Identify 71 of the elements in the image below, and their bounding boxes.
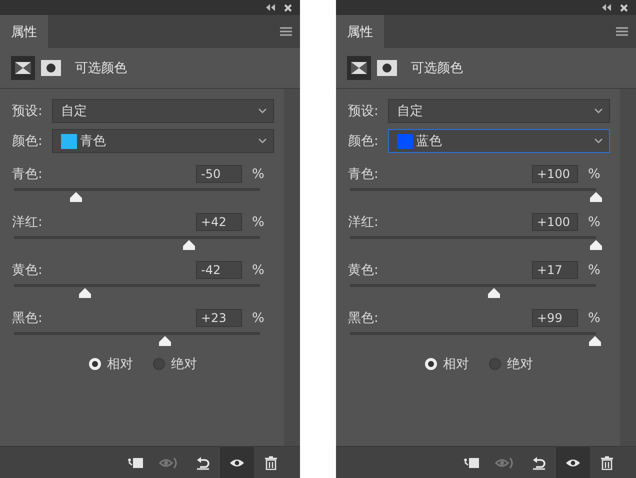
value-field[interactable]: -50 — [196, 165, 242, 183]
value-field[interactable]: +17 — [532, 261, 578, 279]
reset-icon — [196, 456, 210, 470]
preset-label: 预设: — [348, 103, 380, 120]
value-field[interactable]: +99 — [532, 309, 578, 327]
eye-arrow-icon — [495, 456, 515, 468]
adjustment-icon[interactable] — [11, 56, 35, 80]
slider-label: 青色: — [348, 166, 380, 183]
reset-icon — [532, 456, 546, 470]
value-field[interactable]: +100 — [532, 213, 578, 231]
scrollbar-track[interactable] — [620, 89, 636, 446]
slider-thumb[interactable] — [590, 240, 602, 250]
eye-icon — [229, 458, 245, 468]
mask-icon[interactable] — [377, 60, 397, 76]
adjustment-icon[interactable] — [347, 56, 371, 80]
slider-thumb[interactable] — [588, 336, 601, 346]
percent-label: % — [252, 310, 266, 326]
value-field[interactable]: +42 — [196, 213, 242, 231]
chevron-down-icon — [594, 138, 603, 144]
color-label: 颜色: — [348, 133, 380, 150]
radio-option[interactable]: 绝对 — [489, 355, 533, 373]
radio-option[interactable]: 相对 — [89, 355, 133, 373]
collapse-icon[interactable] — [602, 4, 611, 11]
clip-icon — [463, 456, 479, 468]
percent-label: % — [588, 310, 602, 326]
eye-arrow-icon — [159, 456, 179, 468]
menu-icon[interactable] — [280, 27, 292, 36]
clip-icon — [127, 456, 143, 468]
visibility-button[interactable] — [220, 447, 254, 478]
slider-label: 黄色: — [12, 262, 44, 279]
slider-label: 洋红: — [348, 214, 380, 231]
preset-dropdown[interactable]: 自定 — [388, 99, 610, 123]
percent-label: % — [588, 262, 602, 278]
value-field[interactable]: +100 — [532, 165, 578, 183]
properties-tab[interactable]: 属性 — [336, 15, 384, 48]
preset-dropdown[interactable]: 自定 — [52, 99, 274, 123]
properties-tab[interactable]: 属性 — [0, 15, 48, 48]
menu-icon[interactable] — [616, 27, 628, 36]
trash-icon — [265, 456, 277, 470]
color-dropdown[interactable]: 蓝色 — [388, 129, 610, 153]
percent-label: % — [252, 166, 266, 182]
slider-label: 洋红: — [12, 214, 44, 231]
close-icon[interactable] — [284, 4, 292, 12]
percent-label: % — [588, 166, 602, 182]
color-dropdown[interactable]: 青色 — [52, 129, 274, 153]
preset-label: 预设: — [12, 103, 44, 120]
trash-icon — [601, 456, 613, 470]
chevron-down-icon — [594, 108, 603, 114]
scrollbar-track[interactable] — [284, 89, 300, 446]
value-field[interactable]: +23 — [196, 309, 242, 327]
value-field[interactable]: -42 — [196, 261, 242, 279]
panel-title: 可选颜色 — [75, 60, 127, 77]
chevron-down-icon — [258, 108, 267, 114]
percent-label: % — [588, 214, 602, 230]
chevron-down-icon — [258, 138, 267, 144]
slider-label: 青色: — [12, 166, 44, 183]
radio-option[interactable]: 绝对 — [153, 355, 197, 373]
mask-icon[interactable] — [41, 60, 61, 76]
percent-label: % — [252, 262, 266, 278]
radio-option[interactable]: 相对 — [425, 355, 469, 373]
slider-thumb[interactable] — [590, 192, 602, 202]
color-label: 颜色: — [12, 133, 44, 150]
slider-label: 黑色: — [348, 310, 380, 327]
slider-label: 黑色: — [12, 310, 44, 327]
slider-label: 黄色: — [348, 262, 380, 279]
close-icon[interactable] — [620, 4, 628, 12]
eye-icon — [565, 458, 581, 468]
percent-label: % — [252, 214, 266, 230]
visibility-button[interactable] — [556, 447, 590, 478]
collapse-icon[interactable] — [266, 4, 275, 11]
panel-title: 可选颜色 — [411, 60, 463, 77]
